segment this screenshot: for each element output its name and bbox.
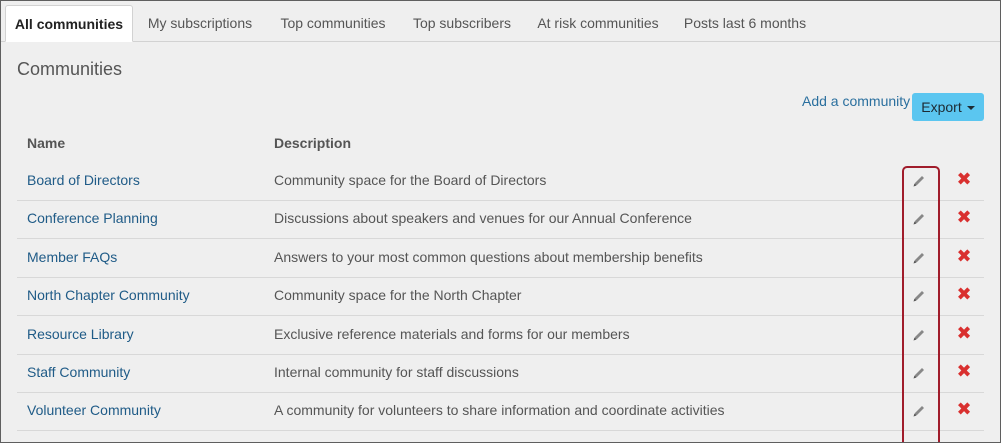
- tab-top-subscribers[interactable]: Top subscribers: [402, 5, 522, 40]
- add-community-link[interactable]: Add a community: [802, 93, 910, 109]
- tab-at-risk-communities[interactable]: At risk communities: [526, 5, 670, 40]
- export-button[interactable]: Export: [912, 93, 984, 121]
- community-description: Discussions about speakers and venues fo…: [274, 210, 692, 226]
- export-button-label: Export: [921, 99, 962, 115]
- community-name-link[interactable]: North Chapter Community: [27, 287, 190, 303]
- tab-all-communities[interactable]: All communities: [5, 5, 133, 42]
- community-name-link[interactable]: Volunteer Community: [27, 402, 161, 418]
- delete-x-icon[interactable]: ✖: [955, 401, 973, 419]
- community-name-link[interactable]: Staff Community: [27, 364, 130, 380]
- table-row: North Chapter Community Community space …: [17, 277, 984, 316]
- community-description: A community for volunteers to share info…: [274, 402, 725, 418]
- community-name-link[interactable]: Resource Library: [27, 326, 134, 342]
- table-row: Volunteer Community A community for volu…: [17, 392, 984, 431]
- community-description: Community space for the North Chapter: [274, 287, 522, 303]
- tab-my-subscriptions[interactable]: My subscriptions: [136, 5, 264, 40]
- column-header-name: Name: [27, 135, 66, 151]
- delete-x-icon[interactable]: ✖: [955, 286, 973, 304]
- page-title: Communities: [17, 59, 123, 79]
- caret-down-icon: [966, 106, 975, 111]
- table-row: Staff Community Internal community for s…: [17, 354, 984, 393]
- tab-bar: All communities My subscriptions Top com…: [1, 1, 1000, 42]
- table-row: Board of Directors Community space for t…: [17, 162, 984, 201]
- community-name-link[interactable]: Member FAQs: [27, 249, 117, 265]
- community-description: Internal community for staff discussions: [274, 364, 519, 380]
- table-row: Member FAQs Answers to your most common …: [17, 239, 984, 278]
- table-row: Conference Planning Discussions about sp…: [17, 200, 984, 239]
- community-description: Community space for the Board of Directo…: [274, 172, 547, 188]
- community-description: Answers to your most common questions ab…: [274, 249, 703, 265]
- tab-top-communities[interactable]: Top communities: [268, 5, 398, 40]
- delete-x-icon[interactable]: ✖: [955, 325, 973, 343]
- delete-x-icon[interactable]: ✖: [955, 363, 973, 381]
- community-description: Exclusive reference materials and forms …: [274, 326, 630, 342]
- delete-x-icon[interactable]: ✖: [955, 248, 973, 266]
- app-frame: All communities My subscriptions Top com…: [0, 0, 1001, 443]
- community-name-link[interactable]: Board of Directors: [27, 172, 140, 188]
- delete-x-icon[interactable]: ✖: [955, 171, 973, 189]
- edit-column-highlight-box: [902, 166, 940, 442]
- column-header-description: Description: [274, 135, 352, 151]
- community-name-link[interactable]: Conference Planning: [27, 210, 158, 226]
- table-row: Resource Library Exclusive reference mat…: [17, 316, 984, 355]
- tab-posts-last-6-months[interactable]: Posts last 6 months: [674, 5, 816, 40]
- delete-x-icon[interactable]: ✖: [955, 209, 973, 227]
